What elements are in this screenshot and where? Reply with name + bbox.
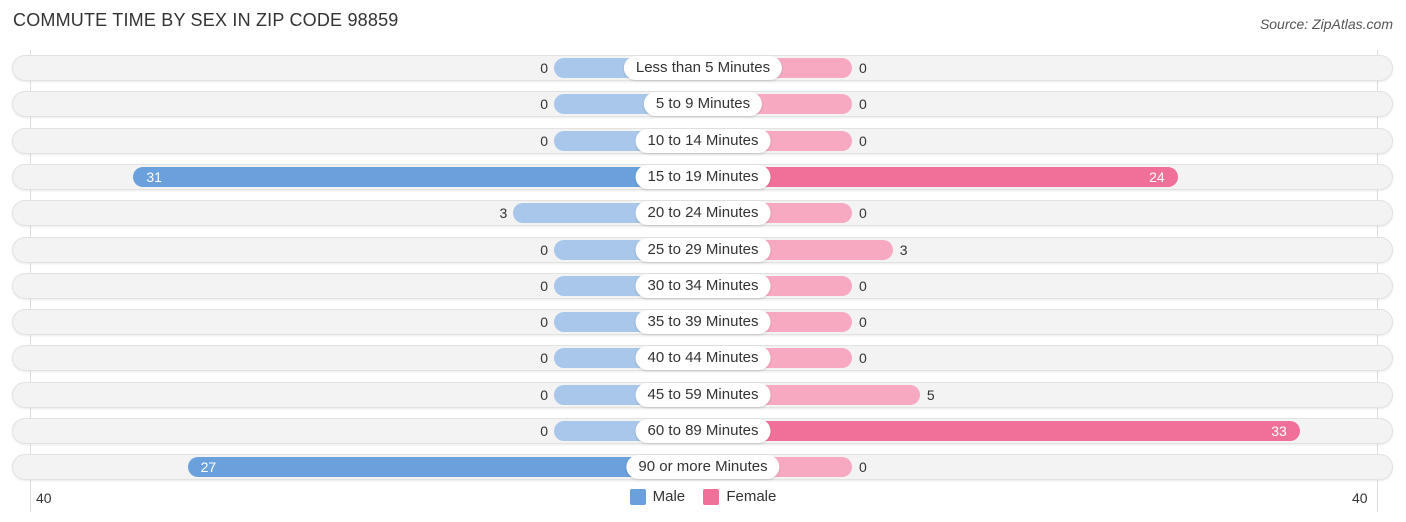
value-label-female: 0: [859, 132, 867, 149]
legend-item-female[interactable]: Female: [703, 488, 776, 505]
value-label-male: 31: [146, 168, 162, 185]
diverging-bar-chart: 0 0 Less than 5 Minutes 0 0 5 to 9 Minutes 0 0 1…: [0, 0, 1406, 522]
bar-male[interactable]: [133, 166, 703, 187]
legend-item-male[interactable]: Male: [629, 488, 686, 505]
value-label-female: 0: [859, 96, 867, 113]
value-label-male: 27: [200, 459, 217, 476]
category-label: Less than 5 Minutes: [623, 56, 783, 80]
value-label-female: 0: [859, 314, 867, 331]
category-label: 20 to 24 Minutes: [635, 201, 771, 226]
value-label-female: 5: [926, 386, 935, 403]
value-label-male: 0: [540, 241, 548, 258]
value-label-male: 0: [540, 423, 548, 439]
bar-female[interactable]: [703, 166, 1178, 187]
category-label: 35 to 39 Minutes: [635, 310, 771, 335]
category-label: 40 to 44 Minutes: [635, 346, 771, 371]
value-label-male: 3: [499, 205, 508, 222]
bar-female[interactable]: [703, 421, 1300, 441]
value-label-female: 0: [859, 277, 867, 294]
value-label-female: 0: [859, 350, 867, 367]
value-label-male: 0: [540, 96, 548, 113]
category-label: 30 to 34 Minutes: [635, 273, 771, 298]
value-label-male: 0: [540, 314, 548, 331]
legend: Male Female: [0, 488, 1406, 509]
value-label-female: 0: [859, 459, 867, 476]
value-label-female: 33: [1271, 423, 1287, 439]
value-label-female: 0: [859, 205, 867, 222]
value-label-male: 0: [540, 350, 548, 367]
category-label: 90 or more Minutes: [626, 455, 780, 480]
category-label: 45 to 59 Minutes: [635, 382, 771, 407]
legend-label-female: Female: [726, 488, 777, 505]
category-label: 60 to 89 Minutes: [635, 419, 771, 443]
value-label-female: 24: [1149, 168, 1165, 185]
category-label: 10 to 14 Minutes: [635, 128, 771, 153]
category-label: 5 to 9 Minutes: [643, 92, 763, 117]
legend-swatch-male: [629, 488, 646, 505]
value-label-female: 0: [859, 60, 867, 76]
value-label-male: 0: [540, 60, 548, 76]
category-label: 15 to 19 Minutes: [635, 164, 771, 189]
category-label: 25 to 29 Minutes: [635, 237, 771, 262]
legend-label-male: Male: [652, 488, 686, 505]
value-label-male: 0: [540, 132, 548, 149]
legend-swatch-female: [703, 488, 720, 505]
value-label-male: 0: [540, 277, 548, 294]
value-label-male: 0: [540, 386, 548, 403]
value-label-female: 3: [899, 241, 908, 258]
